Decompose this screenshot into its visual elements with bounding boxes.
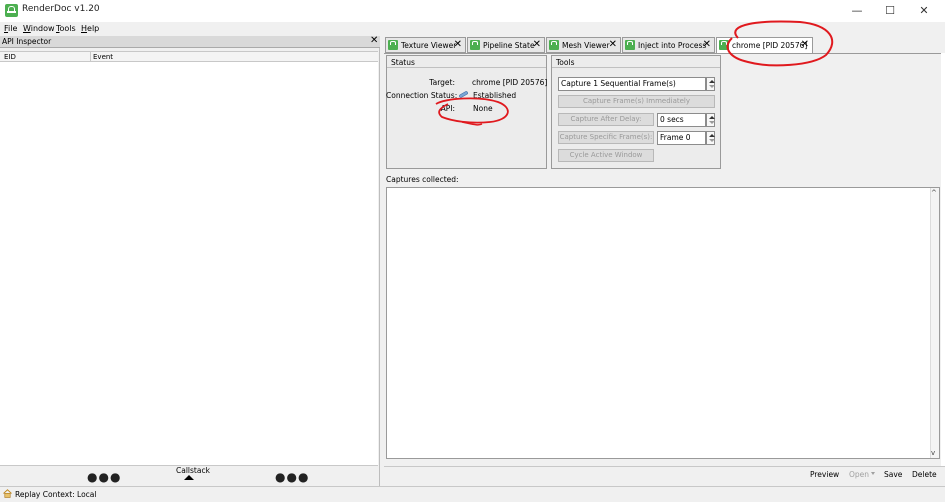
status-group-title: Status [391,58,415,67]
connection-status-value: Established [473,91,517,100]
tab-texture-viewer[interactable]: Texture Viewer ✕ [385,37,466,53]
target-value: chrome [PID 20576] [472,78,548,87]
frame-spinner[interactable] [706,131,715,145]
delete-button[interactable]: Delete [912,470,937,479]
capture-frames-field[interactable]: Capture 1 Sequential Frame(s) [558,77,706,91]
event-grid-header [0,51,378,62]
tools-group-header [552,56,720,68]
home-icon [3,489,12,498]
callstack-expand-icon[interactable] [184,475,194,480]
inject-process-icon [625,40,635,50]
window-title: RenderDoc v1.20 [22,4,100,14]
tab-inject-into-process[interactable]: Inject into Process ✕ [622,37,715,53]
menu-file[interactable]: File [4,24,17,33]
replay-context-status: Replay Context: Local [15,490,97,499]
api-inspector-close-icon[interactable]: ✕ [370,35,378,46]
tools-group-title: Tools [556,58,575,67]
connection-link-icon [459,91,468,98]
tab-chrome-process[interactable]: chrome [PID 20576] ✕ [716,37,813,54]
api-inspector-title: API Inspector [2,37,52,46]
api-label: API: [440,104,455,113]
mesh-viewer-icon [549,40,559,50]
callstack-label[interactable]: Callstack [176,466,210,475]
tab-close-icon[interactable]: ✕ [703,39,711,50]
right-edge [941,53,945,486]
column-separator[interactable] [90,51,91,62]
menu-bar [0,22,945,36]
column-event[interactable]: Event [93,53,113,61]
menu-tools[interactable]: Tools [56,24,76,33]
capture-frames-spinner[interactable] [706,77,715,91]
captures-list[interactable] [386,187,940,459]
captures-collected-label: Captures collected: [386,175,459,184]
menu-help[interactable]: Help [81,24,99,33]
event-grid-body[interactable] [0,62,378,466]
tab-close-icon[interactable]: ✕ [533,39,541,50]
tab-close-icon[interactable]: ✕ [801,39,809,50]
preview-button[interactable]: Preview [810,470,839,479]
open-dropdown-icon[interactable] [871,472,875,475]
connection-status-label: Connection Status: [386,91,458,100]
maximize-button[interactable]: ☐ [876,2,904,19]
status-bar [0,486,945,502]
scroll-up-icon[interactable]: ^ [931,190,939,197]
title-bar [0,0,945,22]
texture-viewer-icon [388,40,398,50]
delay-spinner[interactable] [706,113,715,127]
target-label: Target: [429,78,455,87]
api-value: None [473,104,493,113]
open-button[interactable]: Open [849,470,869,479]
close-window-button[interactable]: ✕ [910,2,938,19]
scroll-down-icon[interactable]: v [931,450,939,457]
tab-close-icon[interactable]: ✕ [454,39,462,50]
renderdoc-app-icon [5,4,18,17]
frame-field[interactable]: Frame 0 [657,131,706,145]
live-capture-icon [719,40,729,50]
capture-after-delay-button[interactable]: Capture After Delay: [558,113,654,126]
capture-specific-frame-button[interactable]: Capture Specific Frame(s): [558,131,654,144]
splitter-handle-left[interactable]: ●●● [87,470,121,484]
tab-close-icon[interactable]: ✕ [609,39,617,50]
delay-field[interactable]: 0 secs [657,113,706,127]
pipeline-state-icon [470,40,480,50]
save-button[interactable]: Save [884,470,902,479]
minimize-button[interactable]: — [843,2,871,19]
menu-window[interactable]: Window [23,24,55,33]
tab-pipeline-state[interactable]: Pipeline State ✕ [467,37,545,53]
captures-scrollbar[interactable] [930,188,939,458]
splitter-handle-right[interactable]: ●●● [275,470,309,484]
capture-immediately-button[interactable]: Capture Frame(s) Immediately [558,95,715,108]
column-eid[interactable]: EID [4,53,16,61]
cycle-active-window-button[interactable]: Cycle Active Window [558,149,654,162]
tab-mesh-viewer[interactable]: Mesh Viewer ✕ [546,37,621,53]
api-inspector-header [0,36,380,48]
